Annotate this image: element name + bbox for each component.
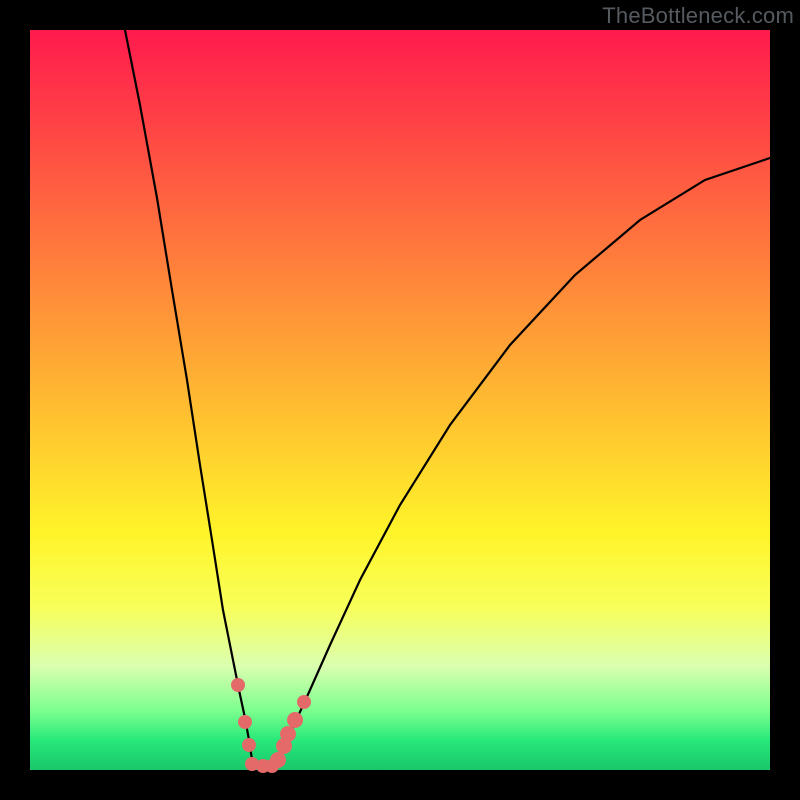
sample-point	[238, 715, 252, 729]
sample-point	[242, 738, 256, 752]
sample-point	[270, 752, 286, 768]
sample-points	[231, 678, 311, 773]
sample-point	[297, 695, 311, 709]
sample-point	[280, 726, 296, 742]
curve-left-branch	[125, 30, 253, 766]
curve-right-branch	[275, 158, 770, 766]
sample-point	[231, 678, 245, 692]
curve-svg	[30, 30, 770, 770]
chart-frame: TheBottleneck.com	[0, 0, 800, 800]
watermark-text: TheBottleneck.com	[602, 3, 794, 29]
plot-area	[30, 30, 770, 770]
sample-point	[287, 712, 303, 728]
